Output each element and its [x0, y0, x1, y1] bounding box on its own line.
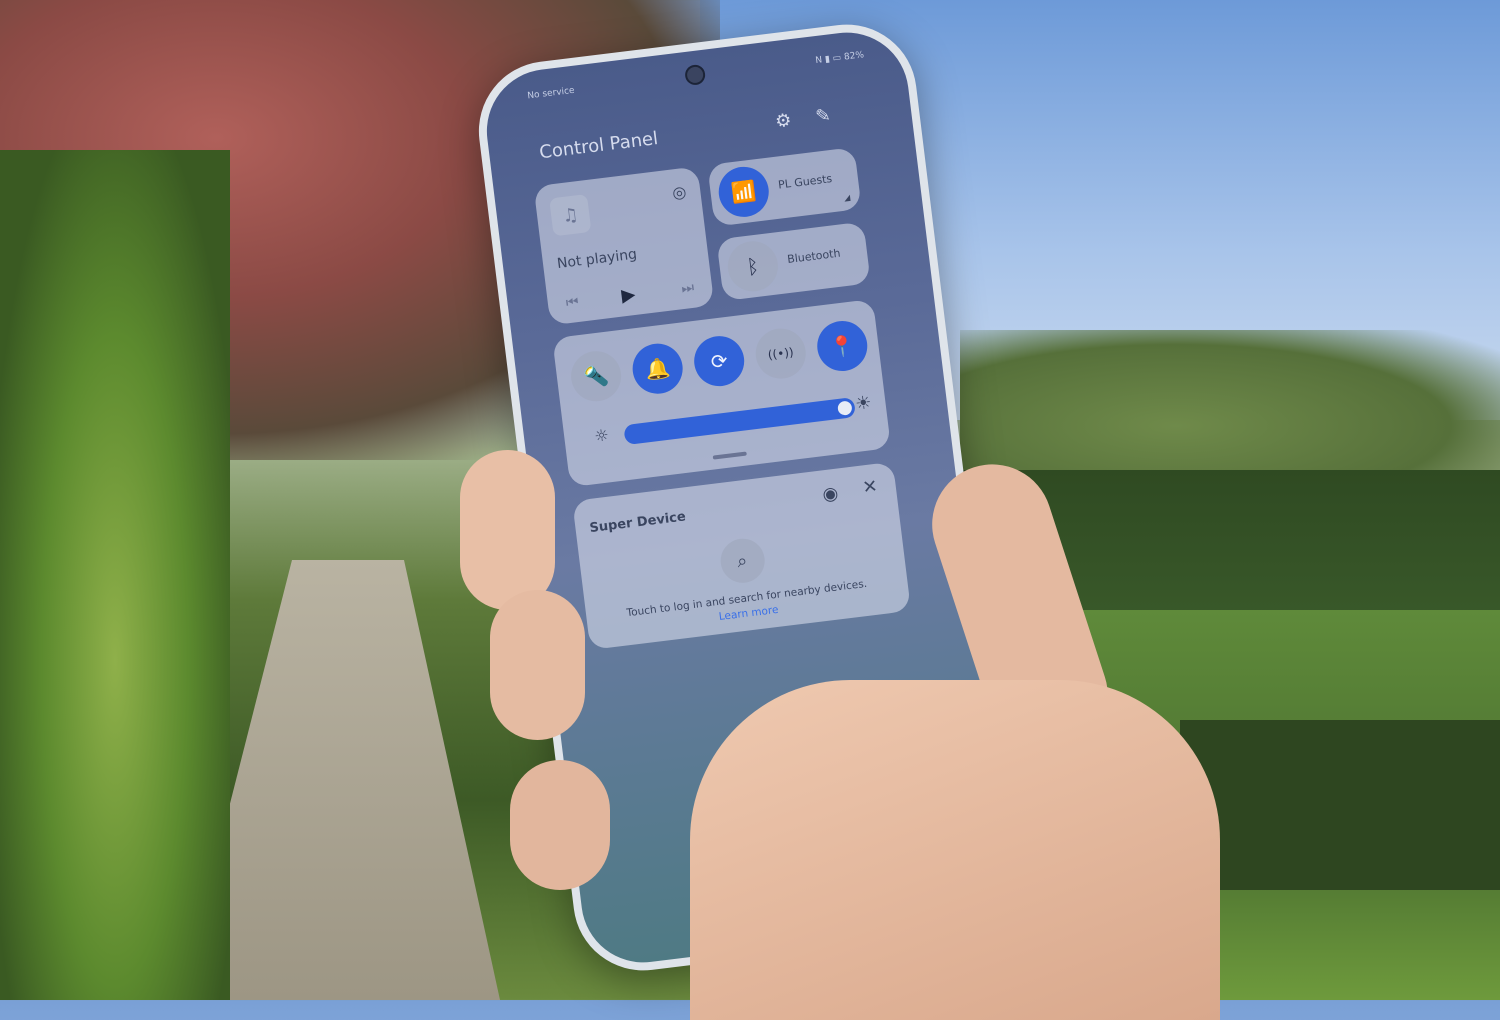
brightness-low-icon: ☼ — [593, 425, 610, 446]
control-panel-title: Control Panel — [538, 128, 660, 164]
media-card[interactable]: ♫ ◎ Not playing ⏮ ▶ ⏭ — [533, 166, 715, 326]
audio-cast-icon[interactable]: ◎ — [671, 182, 687, 203]
brightness-slider-thumb[interactable] — [837, 400, 853, 416]
super-device-card[interactable]: Super Device ◉ ✕ ⌕ Touch to log in and s… — [572, 461, 912, 650]
music-note-icon: ♫ — [549, 194, 592, 237]
quick-toggles-card: 🔦 🔔 ⟳ ((•)) 📍 ☼ ☀ — [552, 298, 892, 488]
bush — [0, 150, 230, 1000]
bluetooth-card[interactable]: ᛒ Bluetooth — [716, 221, 871, 302]
close-icon[interactable]: ✕ — [861, 476, 879, 499]
super-device-title: Super Device — [588, 509, 687, 537]
device-scan-icon[interactable]: ◉ — [821, 483, 839, 506]
hill — [960, 330, 1500, 490]
bluetooth-label: Bluetooth — [786, 246, 842, 267]
signal-icon: ▮ — [824, 54, 831, 65]
location-icon[interactable]: 📍 — [814, 318, 871, 374]
battery-icon: ▭ — [832, 53, 842, 64]
hedge — [950, 470, 1500, 630]
expand-icon[interactable]: ◢ — [844, 193, 851, 203]
expand-handle[interactable] — [712, 451, 747, 460]
wifi-card[interactable]: 📶 PL Guests ◢ — [707, 147, 862, 227]
flashlight-icon[interactable]: 🔦 — [568, 348, 624, 405]
search-icon[interactable]: ⌕ — [717, 536, 767, 586]
nfc-icon: N — [814, 55, 823, 67]
status-icons: N ▮ ▭ 82% — [815, 50, 865, 66]
hotspot-icon[interactable]: ((•)) — [752, 325, 809, 382]
bluetooth-icon[interactable]: ᛒ — [725, 238, 781, 295]
battery-level: 82% — [843, 50, 865, 63]
carrier-text: No service — [526, 85, 576, 102]
play-icon[interactable]: ▶ — [620, 284, 636, 307]
sound-bell-icon[interactable]: 🔔 — [629, 340, 686, 397]
previous-icon[interactable]: ⏮ — [565, 294, 579, 311]
wifi-network-name: PL Guests — [777, 172, 833, 192]
auto-rotate-icon[interactable]: ⟳ — [691, 333, 748, 389]
wifi-icon[interactable]: 📶 — [715, 164, 772, 220]
brightness-slider[interactable] — [623, 397, 857, 446]
next-icon[interactable]: ⏭ — [681, 280, 695, 297]
brightness-high-icon: ☀ — [854, 391, 873, 415]
gear-icon[interactable]: ⚙ — [771, 109, 796, 134]
hedge-lower — [1180, 720, 1500, 890]
media-status: Not playing — [556, 246, 638, 273]
edit-icon[interactable]: ✎ — [811, 104, 836, 129]
